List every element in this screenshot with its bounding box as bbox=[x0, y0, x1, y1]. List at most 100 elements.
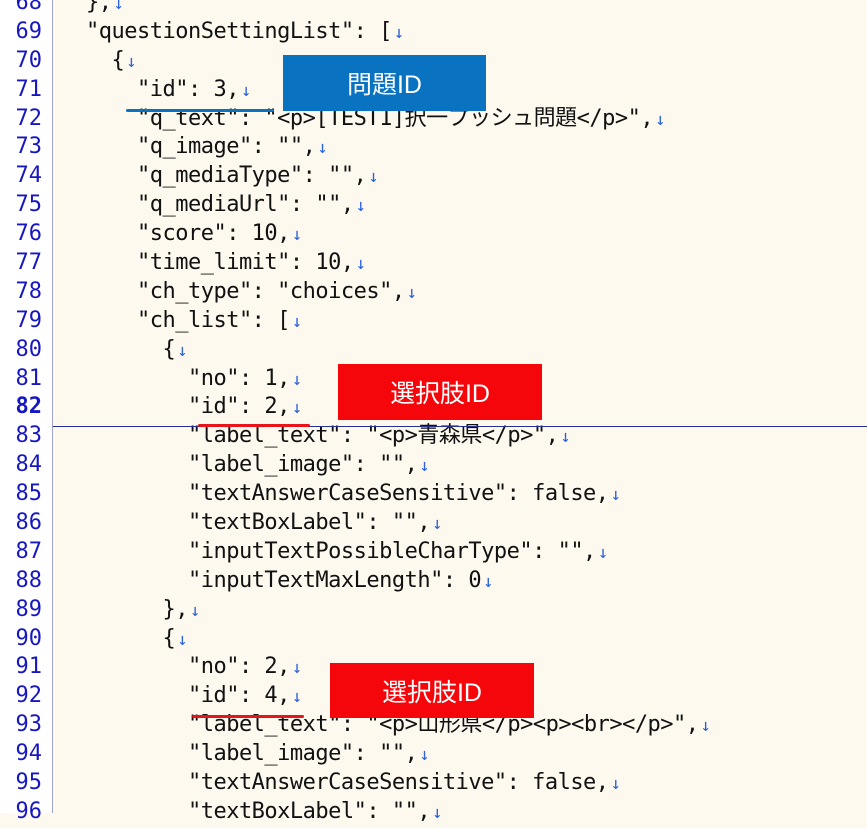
code-line[interactable]: 86 "textBoxLabel": "", ↓ bbox=[0, 509, 867, 538]
code-line[interactable]: 73 "q_image": "", ↓ bbox=[0, 133, 867, 162]
code-line[interactable]: 69 "questionSettingList": [↓ bbox=[0, 18, 867, 47]
code-line[interactable]: 89 }, ↓ bbox=[0, 596, 867, 625]
code-line[interactable]: 79 "ch_list": [↓ bbox=[0, 307, 867, 336]
code-content: "textAnswerCaseSensitive": false, bbox=[86, 770, 609, 796]
newline-arrow-icon: ↓ bbox=[483, 571, 493, 592]
newline-arrow-icon: ↓ bbox=[291, 398, 302, 419]
newline-arrow-icon: ↓ bbox=[419, 456, 430, 477]
code-line[interactable]: 68}, ↓ bbox=[0, 0, 867, 18]
line-number: 92 bbox=[15, 683, 43, 709]
line-number: 86 bbox=[15, 510, 43, 536]
code-line[interactable]: 75 "q_mediaUrl": "", ↓ bbox=[0, 191, 867, 220]
code-line[interactable]: 80 {↓ bbox=[0, 336, 867, 365]
code-line[interactable]: 94 "label_image": "", ↓ bbox=[0, 740, 867, 769]
code-text: "ch_type": "choices", ↓ bbox=[86, 278, 417, 308]
line-number: 70 bbox=[15, 47, 43, 73]
newline-arrow-icon: ↓ bbox=[126, 51, 136, 72]
code-line[interactable]: 76 "score": 10, ↓ bbox=[0, 220, 867, 249]
code-content: "ch_type": "choices", bbox=[86, 278, 405, 304]
code-text: "score": 10, ↓ bbox=[86, 220, 302, 250]
code-line[interactable]: 87 "inputTextPossibleCharType": "", ↓ bbox=[0, 538, 867, 567]
code-content: "ch_list": [ bbox=[86, 307, 290, 333]
code-text: "textAnswerCaseSensitive": false, ↓ bbox=[86, 480, 621, 510]
question-id-underline bbox=[126, 109, 274, 112]
line-number: 96 bbox=[15, 798, 43, 824]
code-content: { bbox=[86, 336, 176, 362]
choice-id-underline-1 bbox=[198, 424, 310, 427]
line-number: 79 bbox=[15, 307, 43, 333]
newline-arrow-icon: ↓ bbox=[610, 485, 621, 506]
code-line[interactable]: 77 "time_limit": 10, ↓ bbox=[0, 249, 867, 278]
line-number: 90 bbox=[15, 625, 43, 651]
code-text: "label_image": "", ↓ bbox=[86, 740, 430, 770]
line-number: 85 bbox=[15, 481, 43, 507]
code-text: "q_image": "", ↓ bbox=[86, 133, 328, 163]
code-text: }, ↓ bbox=[86, 0, 124, 19]
line-number: 76 bbox=[15, 221, 43, 247]
code-text: "q_mediaType": "", ↓ bbox=[86, 162, 379, 192]
code-content: { bbox=[86, 47, 125, 73]
code-content: "label_image": "", bbox=[86, 741, 418, 767]
line-number: 91 bbox=[15, 654, 43, 680]
code-content: }, bbox=[86, 0, 112, 15]
code-text: "q_mediaUrl": "", ↓ bbox=[86, 191, 366, 221]
code-line[interactable]: 74 "q_mediaType": "", ↓ bbox=[0, 162, 867, 191]
newline-arrow-icon: ↓ bbox=[406, 282, 417, 303]
code-content: "no": 2, bbox=[86, 654, 290, 680]
code-content: "no": 1, bbox=[86, 365, 290, 391]
line-number: 78 bbox=[15, 278, 43, 304]
code-content: "questionSettingList": [ bbox=[86, 18, 392, 44]
code-content: { bbox=[86, 625, 176, 651]
newline-arrow-icon: ↓ bbox=[291, 225, 302, 246]
code-content: "id": 3, bbox=[86, 76, 239, 102]
code-content: "q_mediaUrl": "", bbox=[86, 192, 354, 218]
newline-arrow-icon: ↓ bbox=[597, 542, 608, 563]
line-number: 75 bbox=[15, 192, 43, 218]
code-line[interactable]: 95 "textAnswerCaseSensitive": false, ↓ bbox=[0, 769, 867, 798]
code-text: "no": 2, ↓ bbox=[86, 653, 302, 683]
newline-arrow-icon: ↓ bbox=[113, 0, 124, 14]
code-text: {↓ bbox=[86, 336, 187, 366]
line-number: 95 bbox=[15, 770, 43, 796]
code-line[interactable]: 88 "inputTextMaxLength": 0 ↓ bbox=[0, 567, 867, 596]
newline-arrow-icon: ↓ bbox=[655, 109, 665, 130]
code-line[interactable]: 90 {↓ bbox=[0, 625, 867, 654]
code-content: "label_image": "", bbox=[86, 452, 418, 478]
newline-arrow-icon: ↓ bbox=[291, 369, 302, 390]
newline-arrow-icon: ↓ bbox=[177, 629, 187, 650]
code-text: "label_image": "", ↓ bbox=[86, 451, 430, 481]
newline-arrow-icon: ↓ bbox=[317, 138, 328, 159]
newline-arrow-icon: ↓ bbox=[291, 311, 302, 332]
line-number: 87 bbox=[15, 538, 43, 564]
line-number: 88 bbox=[15, 567, 43, 593]
code-line[interactable]: 85 "textAnswerCaseSensitive": false, ↓ bbox=[0, 480, 867, 509]
line-number: 69 bbox=[15, 18, 43, 44]
code-line[interactable]: 84 "label_image": "", ↓ bbox=[0, 451, 867, 480]
line-number: 89 bbox=[15, 596, 43, 622]
code-content: "textBoxLabel": "", bbox=[86, 510, 431, 536]
code-content: "time_limit": 10, bbox=[86, 250, 354, 276]
code-content: "label_text": "<p>青森県</p>", bbox=[86, 423, 559, 449]
line-number: 83 bbox=[15, 423, 43, 449]
choice-id-underline-2 bbox=[192, 715, 304, 718]
code-text: "id": 4, ↓ bbox=[86, 682, 302, 712]
code-content: "id": 2, bbox=[86, 394, 290, 420]
line-number: 81 bbox=[15, 365, 43, 391]
newline-arrow-icon: ↓ bbox=[177, 340, 187, 361]
line-number: 77 bbox=[15, 250, 43, 276]
line-number: 71 bbox=[15, 76, 43, 102]
newline-arrow-icon: ↓ bbox=[432, 514, 442, 535]
code-line[interactable]: 96 "textBoxLabel": "", ↓ bbox=[0, 798, 867, 827]
newline-arrow-icon: ↓ bbox=[700, 716, 711, 737]
code-text: "id": 2, ↓ bbox=[86, 393, 302, 423]
newline-arrow-icon: ↓ bbox=[610, 774, 621, 795]
code-line[interactable]: 78 "ch_type": "choices", ↓ bbox=[0, 278, 867, 307]
newline-arrow-icon: ↓ bbox=[419, 745, 430, 766]
code-text: "questionSettingList": [↓ bbox=[86, 18, 404, 48]
code-content: "textBoxLabel": "", bbox=[86, 798, 431, 824]
question-id-callout: 問題ID bbox=[283, 55, 486, 111]
code-text: "time_limit": 10, ↓ bbox=[86, 249, 366, 279]
choice-id-callout-2: 選択肢ID bbox=[330, 663, 534, 718]
code-text: }, ↓ bbox=[86, 596, 200, 626]
line-number: 80 bbox=[15, 336, 43, 362]
